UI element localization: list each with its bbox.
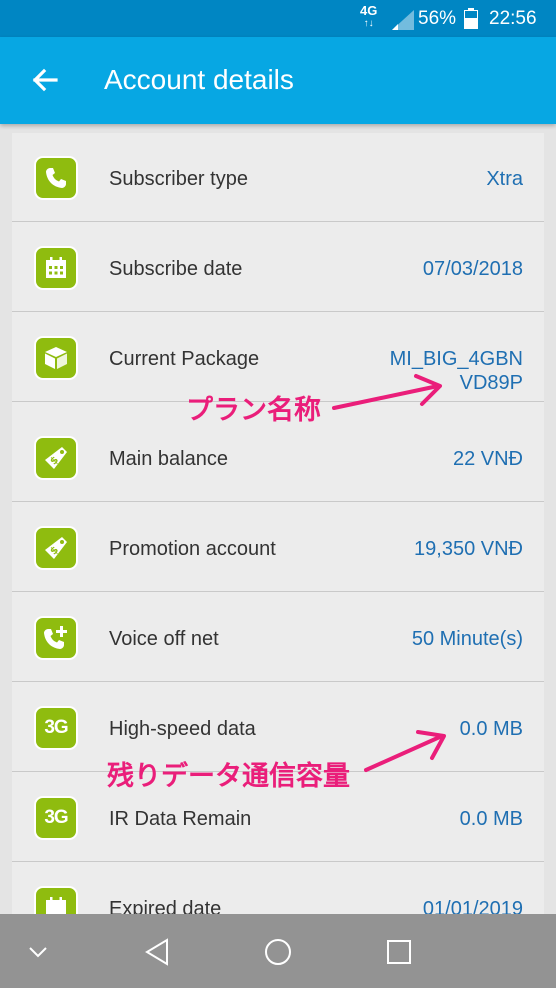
row-label: Voice off net [109, 628, 219, 650]
battery-icon [464, 8, 478, 29]
row-value: 01/01/2019 [422, 898, 523, 915]
row-value: Xtra [486, 168, 523, 190]
network-indicator: 4G ↑↓ [360, 4, 377, 30]
3g-icon: 3G [34, 796, 78, 840]
row-value: 0.0 MB [459, 808, 523, 830]
divider [12, 501, 544, 502]
signal-strength-icon [392, 10, 414, 30]
list-item-voice-off-net: Voice off net 50 Minute(s) [12, 593, 544, 682]
row-label: IR Data Remain [109, 808, 252, 830]
data-arrows-icon: ↑↓ [363, 18, 374, 29]
row-label: Subscriber type [109, 168, 248, 190]
calendar-icon [34, 246, 78, 290]
home-circle-icon[interactable] [262, 936, 294, 968]
arrow-left-icon[interactable] [28, 63, 62, 97]
list-item-promotion-account: $ Promotion account 19,350 VNĐ [12, 503, 544, 592]
annotation-remaining-data: 残りデータ通信容量 [107, 761, 350, 792]
annotation-plan-name: プラン名称 [186, 395, 321, 426]
chevron-down-icon[interactable] [22, 936, 54, 968]
navigation-bar [0, 914, 556, 988]
row-label: High-speed data [109, 718, 256, 740]
clock: 22:56 [489, 8, 537, 29]
calendar-icon [34, 886, 78, 915]
divider [12, 221, 544, 222]
row-value-line: VD89P [459, 372, 523, 394]
list-item-expired-date: Expired date 01/01/2019 [12, 863, 544, 915]
status-bar: 4G ↑↓ 56% 22:56 [0, 0, 556, 37]
row-label: Current Package [109, 348, 260, 370]
phone-plus-icon [34, 616, 78, 660]
recents-square-icon[interactable] [383, 936, 415, 968]
account-details-list[interactable]: Subscriber type Xtra Subscribe date 07/0… [12, 133, 544, 915]
row-value: 07/03/2018 [422, 258, 523, 280]
network-type: 4G [360, 3, 378, 18]
row-label: Main balance [109, 448, 228, 470]
row-value: 22 VNĐ [452, 448, 523, 470]
list-item-current-package: Current Package MI_BIG_4GBN VD89P [12, 313, 544, 402]
divider [12, 591, 544, 592]
app-bar: Account details [0, 37, 556, 124]
price-tag-icon: $ [34, 436, 78, 480]
page-title: Account details [104, 64, 294, 95]
row-label: Expired date [109, 898, 222, 915]
back-triangle-icon[interactable] [142, 936, 174, 968]
phone-icon [34, 156, 78, 200]
row-value: 19,350 VNĐ [414, 538, 523, 560]
list-item-high-speed-data: 3G High-speed data 0.0 MB [12, 683, 544, 772]
row-label: Subscribe date [109, 258, 243, 280]
annotation-arrow-icon [332, 374, 442, 410]
row-value: 0.0 MB [459, 718, 523, 740]
row-value: 50 Minute(s) [411, 628, 523, 650]
annotation-arrow-icon [364, 730, 446, 772]
divider [12, 311, 544, 312]
row-value-line: MI_BIG_4GBN [389, 348, 523, 370]
divider [12, 681, 544, 682]
battery-percent: 56% [418, 8, 457, 29]
3g-icon: 3G [34, 706, 78, 750]
list-item-subscribe-date: Subscribe date 07/03/2018 [12, 223, 544, 312]
divider [12, 861, 544, 862]
box-icon [34, 336, 78, 380]
list-item-subscriber-type: Subscriber type Xtra [12, 133, 544, 222]
row-label: Promotion account [109, 538, 276, 560]
price-tag-icon: $ [34, 526, 78, 570]
